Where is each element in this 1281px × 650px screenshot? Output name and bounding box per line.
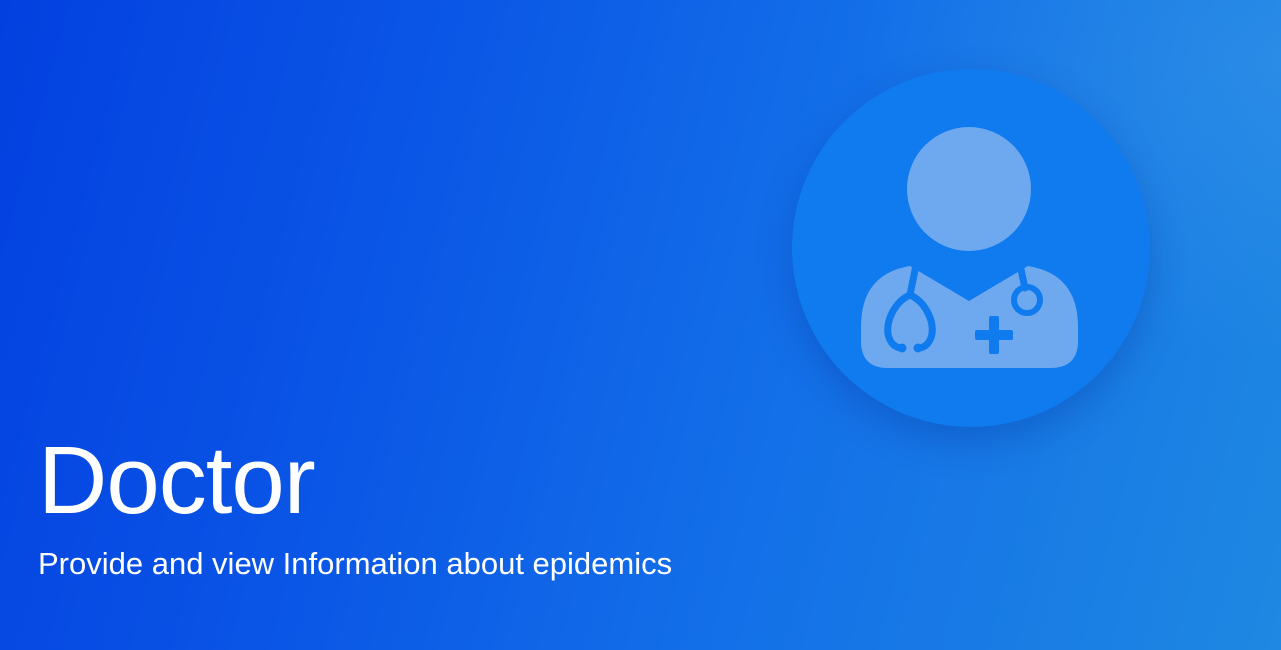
- page-subtitle: Provide and view Information about epide…: [38, 546, 673, 581]
- doctor-icon: [861, 127, 1078, 368]
- hero-banner: Doctor Provide and view Information abou…: [0, 0, 1281, 650]
- doctor-avatar-circle: [792, 69, 1150, 427]
- page-title: Doctor: [38, 427, 316, 534]
